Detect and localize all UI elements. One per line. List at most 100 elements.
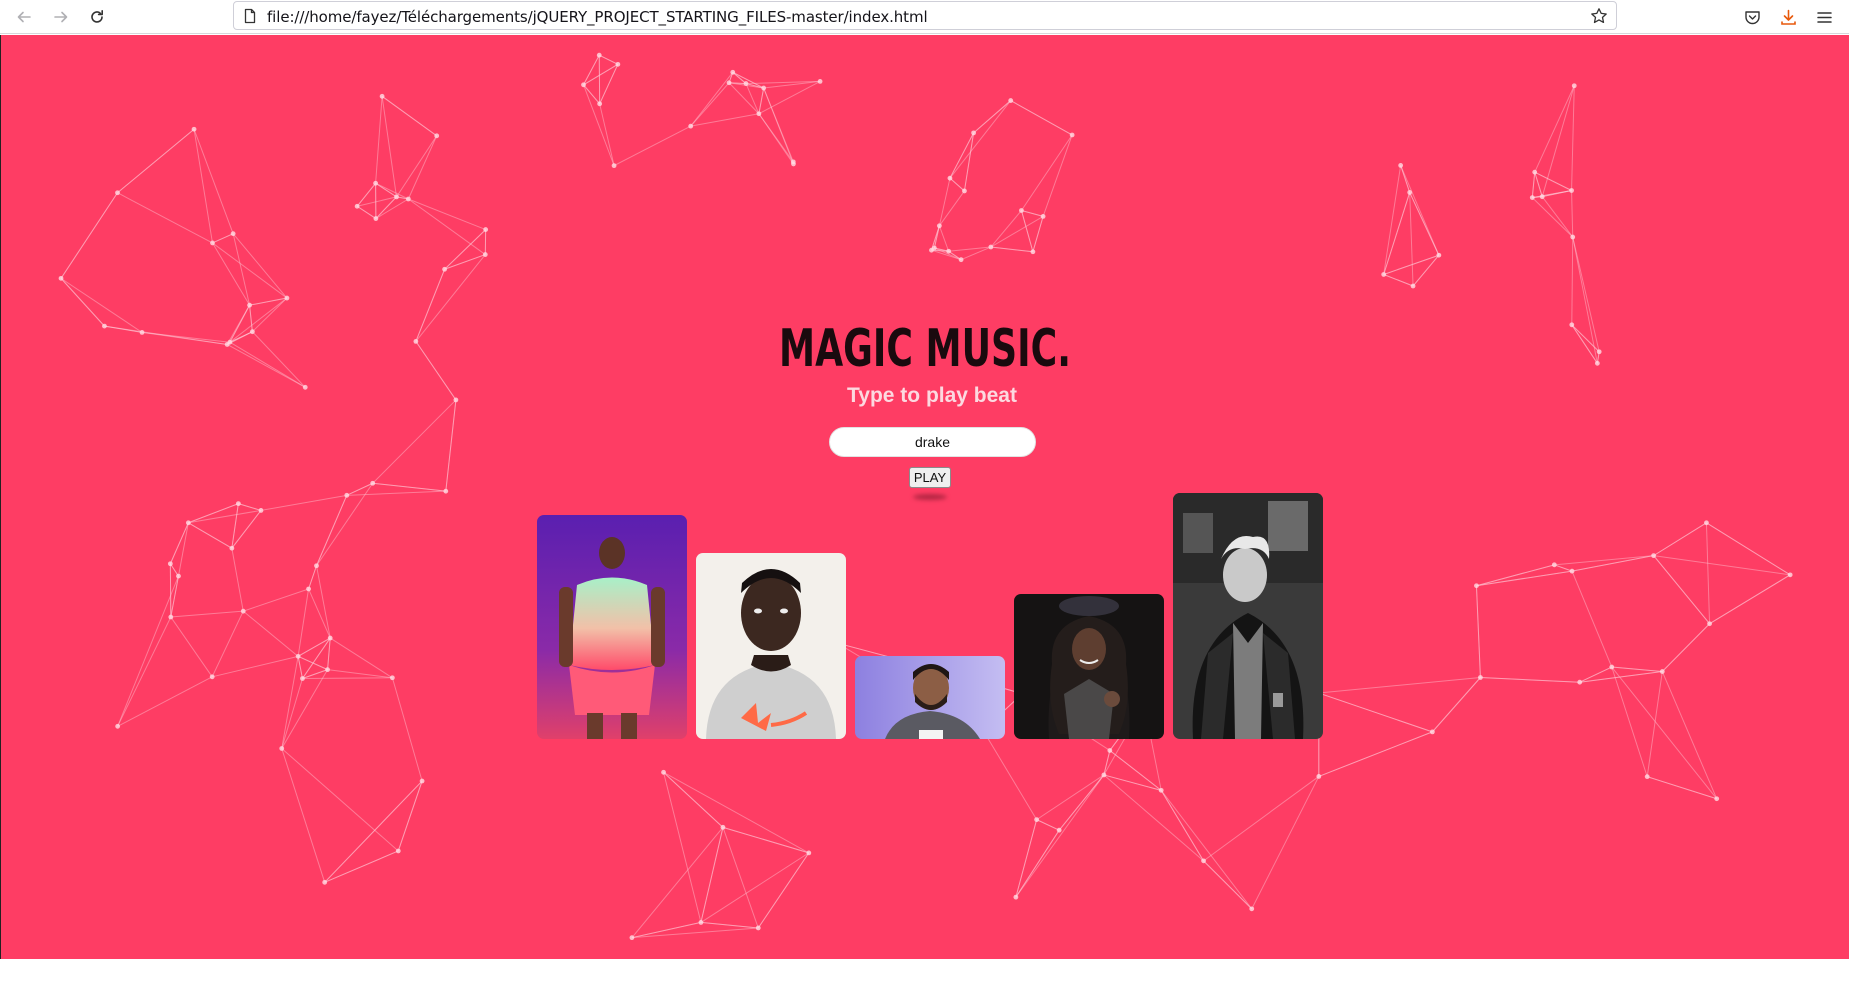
network-node bbox=[327, 635, 333, 641]
network-node bbox=[817, 79, 823, 84]
network-node bbox=[1407, 190, 1413, 195]
url-text[interactable]: file:///home/fayez/Téléchargements/jQUER… bbox=[267, 8, 928, 26]
network-node bbox=[1714, 796, 1720, 802]
network-line bbox=[408, 198, 486, 231]
network-line bbox=[990, 246, 1033, 253]
search-input[interactable] bbox=[829, 427, 1036, 457]
network-node bbox=[947, 175, 953, 181]
network-line bbox=[722, 826, 809, 854]
network-node bbox=[247, 302, 252, 308]
address-bar[interactable]: file:///home/fayez/Téléchargements/jQUER… bbox=[233, 1, 1617, 30]
network-line bbox=[745, 83, 760, 114]
network-line bbox=[193, 129, 234, 234]
network-line bbox=[170, 576, 179, 618]
network-line bbox=[375, 96, 383, 184]
network-node bbox=[698, 920, 704, 925]
network-line bbox=[212, 233, 234, 244]
network-node bbox=[946, 248, 952, 254]
network-line bbox=[372, 399, 457, 484]
network-line bbox=[232, 233, 288, 299]
network-line bbox=[1251, 776, 1320, 910]
network-line bbox=[1571, 190, 1574, 238]
network-node bbox=[661, 769, 666, 775]
network-line bbox=[1706, 522, 1791, 576]
reload-icon[interactable] bbox=[85, 5, 109, 29]
network-node bbox=[806, 850, 812, 856]
network-node bbox=[167, 561, 173, 567]
network-line bbox=[690, 72, 734, 127]
network-node bbox=[176, 573, 181, 579]
network-node bbox=[611, 163, 617, 169]
artist-card-2[interactable] bbox=[696, 553, 846, 739]
network-node bbox=[1069, 132, 1075, 138]
network-node bbox=[258, 508, 264, 513]
network-line bbox=[212, 242, 288, 299]
network-node bbox=[354, 203, 360, 209]
network-line bbox=[117, 676, 213, 727]
network-line bbox=[1646, 671, 1663, 777]
network-line bbox=[1554, 555, 1654, 566]
artist-card-5[interactable] bbox=[1173, 493, 1323, 739]
network-line bbox=[188, 522, 233, 549]
network-line bbox=[1611, 666, 1718, 800]
network-line bbox=[177, 522, 189, 577]
network-line bbox=[1554, 564, 1573, 572]
network-line bbox=[1318, 677, 1481, 694]
network-line bbox=[757, 852, 810, 929]
network-node bbox=[688, 123, 694, 129]
forward-arrow-icon[interactable] bbox=[49, 5, 73, 29]
download-icon[interactable] bbox=[1776, 5, 1800, 29]
network-node bbox=[791, 161, 796, 167]
bookmark-star-icon[interactable] bbox=[1590, 7, 1608, 25]
network-line bbox=[1534, 171, 1572, 191]
network-line bbox=[1015, 829, 1060, 898]
network-node bbox=[483, 227, 489, 232]
network-line bbox=[1705, 522, 1711, 624]
logo-text: MAGIC MUSIC. bbox=[779, 319, 1071, 376]
network-line bbox=[391, 677, 423, 782]
network-line bbox=[938, 225, 950, 252]
network-line bbox=[1541, 85, 1575, 197]
artist-card-4[interactable] bbox=[1014, 594, 1164, 739]
pocket-icon[interactable] bbox=[1740, 5, 1764, 29]
network-line bbox=[1531, 197, 1574, 238]
network-node bbox=[325, 667, 330, 673]
network-line bbox=[1318, 692, 1433, 733]
network-line bbox=[700, 827, 724, 923]
network-line bbox=[1653, 555, 1710, 625]
network-line bbox=[372, 482, 446, 492]
network-node bbox=[936, 223, 942, 229]
network-line bbox=[1571, 555, 1654, 572]
network-line bbox=[356, 205, 377, 219]
network-line bbox=[193, 129, 213, 244]
artist-card-1[interactable] bbox=[537, 515, 687, 739]
network-node bbox=[168, 614, 174, 620]
network-line bbox=[327, 637, 331, 670]
network-node bbox=[230, 231, 236, 237]
network-line bbox=[117, 192, 213, 244]
back-arrow-icon[interactable] bbox=[12, 5, 36, 29]
artist-card-drake[interactable] bbox=[855, 656, 1005, 739]
network-line bbox=[1058, 774, 1105, 831]
network-line bbox=[948, 246, 991, 252]
play-button[interactable]: PLAY bbox=[909, 467, 951, 488]
network-line bbox=[1042, 134, 1073, 217]
network-node bbox=[1056, 827, 1062, 833]
network-line bbox=[188, 503, 239, 524]
network-line bbox=[1480, 677, 1580, 683]
network-node bbox=[1398, 162, 1404, 168]
network-node bbox=[284, 295, 290, 301]
network-node bbox=[405, 196, 411, 202]
network-line bbox=[231, 548, 244, 612]
network-line bbox=[758, 87, 765, 114]
network-node bbox=[1609, 664, 1615, 670]
network-node bbox=[615, 61, 621, 67]
network-line bbox=[1571, 237, 1574, 325]
network-line bbox=[170, 610, 244, 618]
magic-music-logo: MAGIC MUSIC. bbox=[779, 319, 1071, 376]
network-line bbox=[1611, 666, 1648, 777]
network-line bbox=[445, 399, 457, 492]
network-node bbox=[743, 81, 749, 86]
menu-icon[interactable] bbox=[1812, 5, 1836, 29]
network-line bbox=[1015, 774, 1105, 898]
